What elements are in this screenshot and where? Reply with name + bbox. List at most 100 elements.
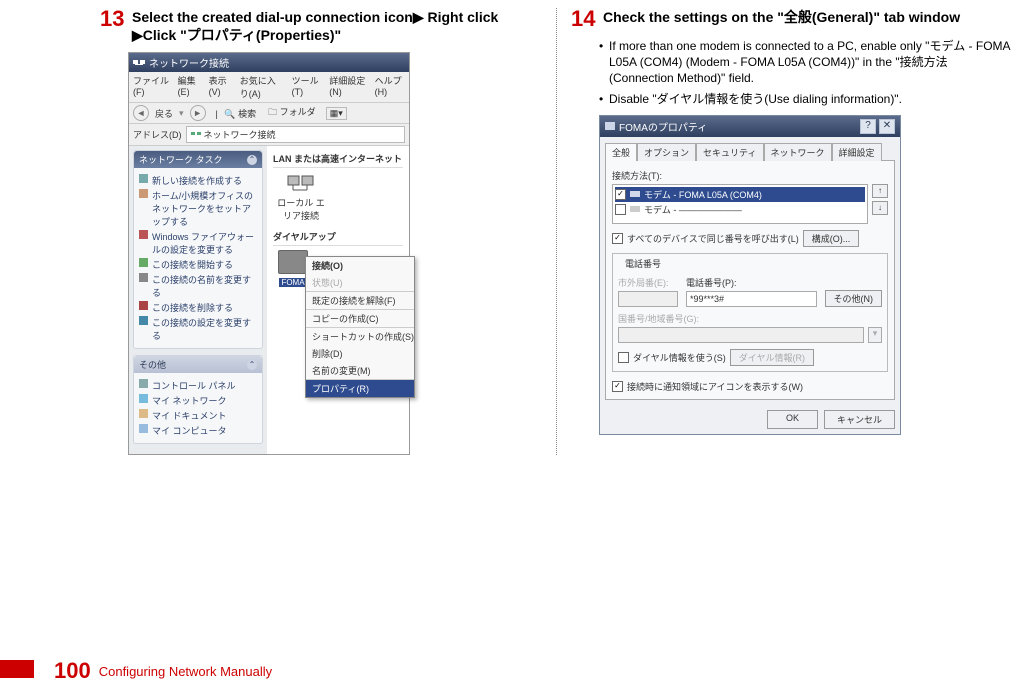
area-field — [618, 291, 678, 307]
close-button[interactable]: ✕ — [879, 119, 895, 134]
back-label: 戻る — [155, 107, 173, 120]
footer-section-title: Configuring Network Manually — [99, 664, 272, 679]
tab-options[interactable]: オプション — [637, 143, 696, 161]
modem-checkbox-foma[interactable] — [615, 189, 626, 200]
modem-label-other: モデム - ——————— — [644, 203, 742, 216]
ok-button[interactable]: OK — [767, 410, 818, 429]
ctx-copy[interactable]: コピーの作成(C) — [306, 309, 414, 327]
collapse-icon[interactable]: ⌃ — [247, 360, 257, 370]
show-icon-label: 接続時に通知領域にアイコンを表示する(W) — [627, 380, 803, 393]
use-dial-checkbox[interactable] — [618, 352, 629, 363]
dial-rules-button: ダイヤル情報(R) — [730, 349, 814, 366]
note-enable-modem: If more than one modem is connected to a… — [599, 38, 1013, 87]
other-panel-header[interactable]: その他 ⌃ — [134, 356, 262, 373]
footer-accent — [0, 660, 34, 678]
link-my-network[interactable]: マイ ネットワーク — [139, 394, 257, 407]
ctx-properties[interactable]: プロパティ(R) — [306, 379, 414, 397]
phone-group-title: 電話番号 — [622, 257, 664, 270]
other-button[interactable]: その他(N) — [825, 290, 883, 307]
lan-connection-item[interactable]: ローカル エリア接続 — [273, 172, 329, 222]
address-value: ネットワーク接続 — [204, 128, 276, 141]
tab-general[interactable]: 全般 — [605, 143, 637, 161]
country-dropdown-icon: ▾ — [868, 327, 882, 343]
toolbar: ◄ 戻る ▾ ► | 🔍 検索 🗀 フォルダ ▦▾ — [129, 103, 409, 124]
all-devices-label: すべてのデバイスで同じ番号を呼び出す(L) — [627, 232, 799, 245]
modem-row-other[interactable]: モデム - ——————— — [615, 202, 865, 217]
menu-advanced[interactable]: 詳細設定(N) — [329, 74, 366, 100]
ctx-status: 状態(U) — [306, 274, 414, 291]
cancel-button[interactable]: キャンセル — [824, 410, 895, 429]
menu-view[interactable]: 表示(V) — [209, 74, 232, 100]
phone-label: 電話番号(P): — [686, 276, 817, 289]
step-title-14: Check the settings on the "全般(General)" … — [603, 8, 960, 26]
menu-edit[interactable]: 編集(E) — [178, 74, 201, 100]
link-control-panel[interactable]: コントロール パネル — [139, 379, 257, 392]
search-icon[interactable]: 🔍 — [224, 109, 235, 119]
task-new-connection[interactable]: 新しい接続を作成する — [139, 174, 257, 187]
address-bar: アドレス(D) ネットワーク接続 — [129, 124, 409, 146]
address-label: アドレス(D) — [133, 128, 182, 141]
folders-button[interactable]: 🗀 フォルダ — [268, 105, 316, 121]
modem-row-foma[interactable]: モデム - FOMA L05A (COM4) — [615, 187, 865, 202]
link-my-documents[interactable]: マイ ドキュメント — [139, 409, 257, 422]
dialog-title-bar: FOMAのプロパティ ? ✕ — [600, 116, 900, 137]
lan-item-label: ローカル エリア接続 — [273, 196, 329, 222]
search-label: 検索 — [238, 109, 256, 119]
conn-method-label: 接続方法(T): — [612, 169, 888, 182]
note-disable-dial: Disable "ダイヤル情報を使う(Use dialing informati… — [599, 91, 1013, 107]
tab-network[interactable]: ネットワーク — [764, 143, 832, 161]
modem-checkbox-other[interactable] — [615, 204, 626, 215]
ctx-rename[interactable]: 名前の変更(M) — [306, 362, 414, 379]
tasks-panel-header[interactable]: ネットワーク タスク ⌃ — [134, 151, 262, 168]
task-start-conn[interactable]: この接続を開始する — [139, 258, 257, 271]
step-14-notes: If more than one modem is connected to a… — [599, 38, 1013, 107]
task-change-settings[interactable]: この接続の設定を変更する — [139, 316, 257, 342]
tab-strip: 全般 オプション セキュリティ ネットワーク 詳細設定 — [600, 137, 900, 160]
menu-tools[interactable]: ツール(T) — [292, 74, 322, 100]
ctx-unset-default[interactable]: 既定の接続を解除(F) — [306, 291, 414, 309]
use-dial-label: ダイヤル情報を使う(S) — [633, 351, 726, 364]
menu-file[interactable]: ファイル(F) — [133, 74, 170, 100]
all-devices-checkbox[interactable] — [612, 233, 623, 244]
configure-button[interactable]: 構成(O)... — [803, 230, 860, 247]
page-footer: 100 Configuring Network Manually — [0, 658, 272, 684]
window-title-bar: ネットワーク接続 — [129, 53, 409, 72]
menu-bar[interactable]: ファイル(F) 編集(E) 表示(V) お気に入り(A) ツール(T) 詳細設定… — [129, 72, 409, 103]
tab-security[interactable]: セキュリティ — [696, 143, 763, 161]
tab-advanced[interactable]: 詳細設定 — [832, 143, 882, 161]
back-button[interactable]: ◄ — [133, 105, 149, 121]
move-up-button[interactable]: ↑ — [872, 184, 888, 198]
network-icon — [133, 58, 145, 68]
dialup-heading: ダイヤルアップ — [273, 228, 403, 246]
show-icon-checkbox[interactable] — [612, 381, 623, 392]
ctx-connect[interactable]: 接続(O) — [306, 257, 414, 274]
move-down-button[interactable]: ↓ — [872, 201, 888, 215]
side-panel: ネットワーク タスク ⌃ 新しい接続を作成する ホーム/小規模オフィスのネットワ… — [129, 146, 267, 454]
ctx-delete[interactable]: 削除(D) — [306, 345, 414, 362]
collapse-icon[interactable]: ⌃ — [247, 155, 257, 165]
area-label: 市外局番(E): — [618, 276, 678, 289]
forward-button[interactable]: ► — [190, 105, 206, 121]
modem-icon — [630, 190, 640, 198]
main-panel: LAN または高速インターネット ローカル エリア接続 ダイヤルアップ FOMA… — [267, 146, 409, 454]
task-rename-conn[interactable]: この接続の名前を変更する — [139, 273, 257, 299]
task-setup-network[interactable]: ホーム/小規模オフィスのネットワークをセットアップする — [139, 189, 257, 228]
screenshot-network-connections: ネットワーク接続 ファイル(F) 編集(E) 表示(V) お気に入り(A) ツー… — [128, 52, 410, 455]
menu-help[interactable]: ヘルプ(H) — [375, 74, 405, 100]
tab-pane-general: 接続方法(T): モデム - FOMA L05A (COM4) モデム - ——… — [605, 160, 895, 400]
modem-list[interactable]: モデム - FOMA L05A (COM4) モデム - ——————— — [612, 184, 868, 224]
link-my-computer[interactable]: マイ コンピュータ — [139, 424, 257, 437]
menu-favorites[interactable]: お気に入り(A) — [240, 74, 284, 100]
task-firewall[interactable]: Windows ファイアウォールの設定を変更する — [139, 230, 257, 256]
ctx-shortcut[interactable]: ショートカットの作成(S) — [306, 327, 414, 345]
screenshot-foma-properties: FOMAのプロパティ ? ✕ 全般 オプション セキュリティ ネットワーク 詳細… — [599, 115, 901, 435]
task-delete-conn[interactable]: この接続を削除する — [139, 301, 257, 314]
dialog-title-text: FOMAのプロパティ — [619, 119, 707, 134]
address-field[interactable]: ネットワーク接続 — [186, 126, 406, 143]
phone-field[interactable]: *99***3# — [686, 291, 817, 307]
dialup-icon — [605, 121, 615, 131]
page-number: 100 — [54, 658, 91, 684]
context-menu: 接続(O) 状態(U) 既定の接続を解除(F) コピーの作成(C) ショートカッ… — [305, 256, 415, 398]
help-button[interactable]: ? — [860, 119, 876, 134]
views-button[interactable]: ▦▾ — [326, 107, 347, 120]
